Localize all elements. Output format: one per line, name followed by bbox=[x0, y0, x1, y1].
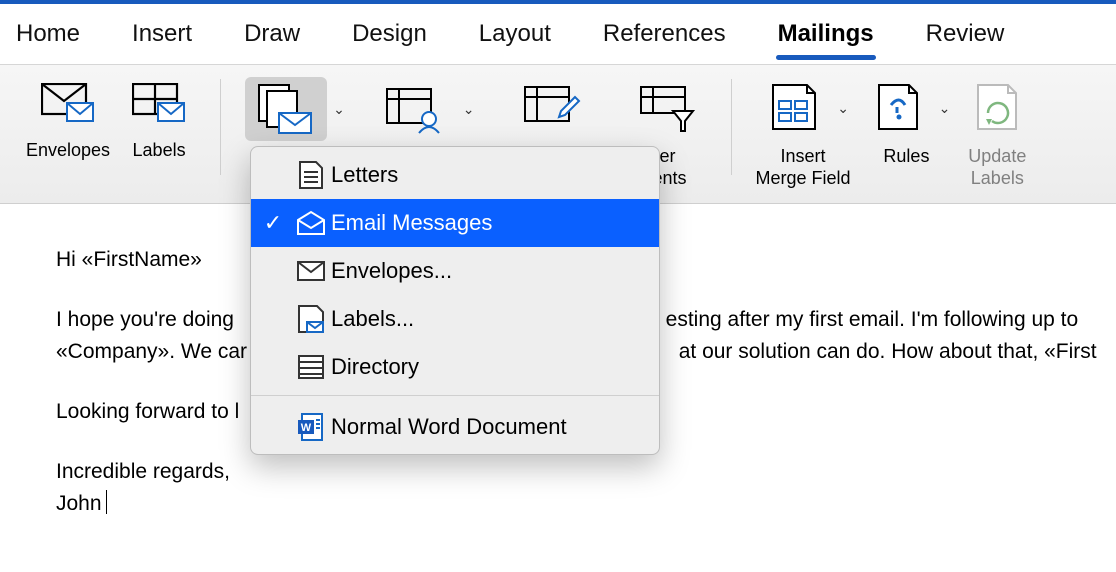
select-recipients-button[interactable]: ⌄ bbox=[369, 73, 481, 145]
chevron-down-icon: ⌄ bbox=[837, 100, 849, 117]
update-labels-icon bbox=[972, 83, 1022, 133]
menu-item-letters[interactable]: Letters bbox=[251, 151, 659, 199]
svg-text:W: W bbox=[301, 422, 312, 434]
menu-item-label: Directory bbox=[331, 354, 419, 380]
start-mail-merge-button[interactable]: ⌄ bbox=[239, 73, 351, 145]
merge-field-icon bbox=[767, 83, 821, 133]
chevron-down-icon: ⌄ bbox=[463, 101, 475, 118]
menu-item-labels[interactable]: Labels... bbox=[251, 295, 659, 343]
chevron-down-icon: ⌄ bbox=[333, 101, 345, 118]
labels-button[interactable]: Labels bbox=[116, 73, 202, 165]
menu-item-directory[interactable]: Directory bbox=[251, 343, 659, 391]
edit-recipient-list-button[interactable] bbox=[507, 73, 597, 143]
menu-item-envelopes[interactable]: Envelopes... bbox=[251, 247, 659, 295]
update-labels-button[interactable]: Update Labels bbox=[956, 73, 1038, 193]
menu-item-email-messages[interactable]: ✓ Email Messages bbox=[251, 199, 659, 247]
chevron-down-icon: ⌄ bbox=[939, 100, 951, 117]
rules-label: Rules bbox=[883, 145, 929, 167]
menu-item-normal-word-document[interactable]: W Normal Word Document bbox=[251, 400, 659, 454]
recipients-icon bbox=[385, 83, 447, 135]
menu-item-label: Normal Word Document bbox=[331, 414, 567, 440]
tab-design[interactable]: Design bbox=[344, 16, 435, 58]
email-open-icon bbox=[296, 210, 326, 236]
tab-review[interactable]: Review bbox=[918, 16, 1013, 58]
tab-home[interactable]: Home bbox=[8, 16, 88, 58]
ribbon-tabbar: Home Insert Draw Design Layout Reference… bbox=[0, 4, 1116, 64]
word-doc-icon: W bbox=[296, 412, 326, 442]
doc-line: Incredible regards, John bbox=[56, 456, 1116, 520]
menu-item-label: Labels... bbox=[331, 306, 414, 332]
text-caret bbox=[106, 490, 107, 514]
envelopes-label: Envelopes bbox=[26, 139, 110, 161]
insert-merge-field-label: Insert Merge Field bbox=[756, 145, 851, 189]
check-icon: ✓ bbox=[264, 210, 282, 236]
menu-item-label: Letters bbox=[331, 162, 398, 188]
insert-merge-field-button[interactable]: ⌄ Insert Merge Field bbox=[750, 73, 857, 193]
start-mail-merge-icon bbox=[255, 83, 317, 135]
tab-mailings[interactable]: Mailings bbox=[770, 16, 882, 58]
letters-icon bbox=[298, 160, 324, 190]
envelopes-button[interactable]: Envelopes bbox=[20, 73, 116, 165]
edit-list-icon bbox=[523, 83, 581, 133]
labels-small-icon bbox=[297, 304, 325, 334]
labels-icon bbox=[132, 83, 186, 127]
start-mail-merge-menu: Letters ✓ Email Messages Envelopes... bbox=[250, 146, 660, 455]
labels-label: Labels bbox=[133, 139, 186, 161]
tab-insert[interactable]: Insert bbox=[124, 16, 200, 58]
filter-icon bbox=[639, 83, 697, 133]
rules-icon bbox=[873, 83, 923, 133]
envelope-icon bbox=[296, 260, 326, 282]
directory-icon bbox=[297, 354, 325, 380]
tab-references[interactable]: References bbox=[595, 16, 734, 58]
tab-layout[interactable]: Layout bbox=[471, 16, 559, 58]
rules-button[interactable]: ⌄ Rules bbox=[857, 73, 957, 171]
tab-draw[interactable]: Draw bbox=[236, 16, 308, 58]
menu-item-label: Email Messages bbox=[331, 210, 492, 236]
menu-item-label: Envelopes... bbox=[331, 258, 452, 284]
envelope-icon bbox=[41, 83, 95, 127]
update-labels-label: Update Labels bbox=[968, 145, 1026, 189]
